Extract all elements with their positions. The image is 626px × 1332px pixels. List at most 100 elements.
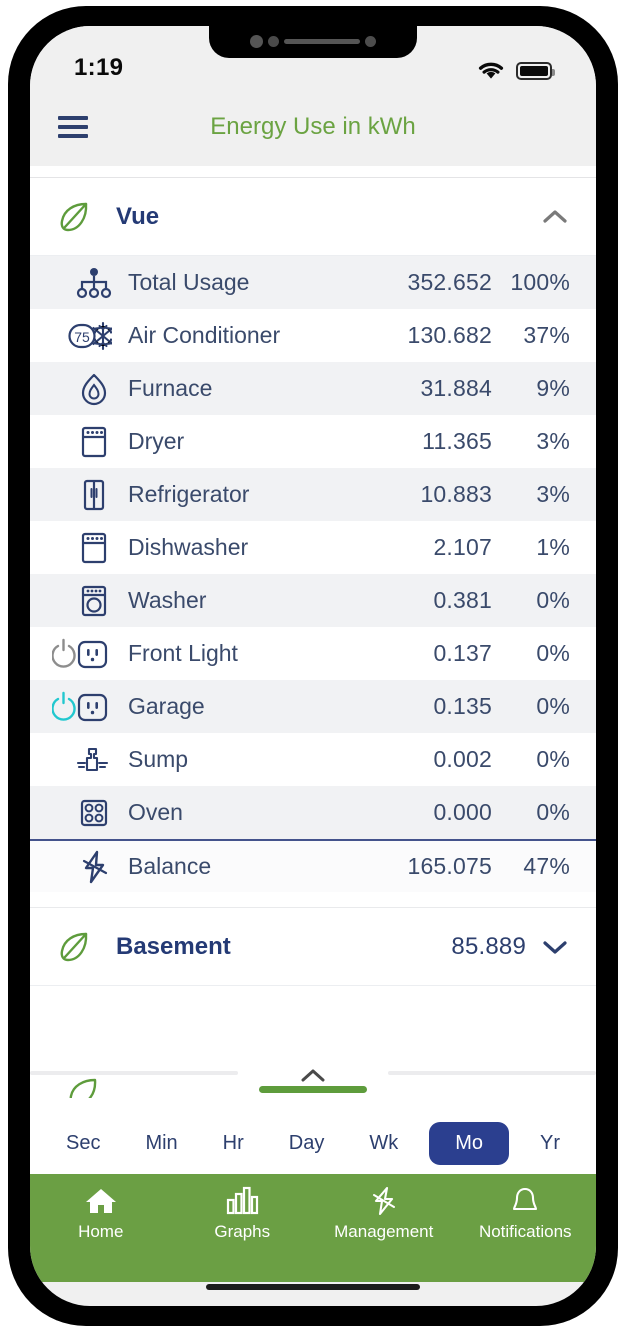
row-value: 0.002 [433, 746, 492, 772]
power-on-outlet-icon[interactable] [50, 690, 112, 724]
table-row[interactable]: Garage 0.135 0% [30, 680, 596, 733]
bell-icon [513, 1187, 538, 1211]
power-off-outlet-icon[interactable] [50, 637, 112, 671]
wifi-icon [478, 62, 504, 79]
row-label: Washer [128, 587, 207, 613]
device-list[interactable]: Vue Total Usage 352.652 100% 75 Air Cond… [30, 166, 596, 1064]
proximity-sensor-icon [365, 35, 376, 47]
status-indicators [476, 60, 555, 82]
table-row[interactable]: Sump 0.002 0% [30, 733, 596, 786]
home-indicator[interactable] [206, 1284, 420, 1290]
time-option-wk[interactable]: Wk [355, 1122, 412, 1165]
row-value: 130.682 [407, 322, 492, 348]
group-value: 85.889 [451, 932, 526, 960]
hamburger-menu-icon[interactable] [58, 116, 88, 138]
sitemap-icon [50, 265, 112, 301]
row-label: Air Conditioner [128, 322, 281, 348]
table-row[interactable]: 75 Air Conditioner 130.682 37% [30, 309, 596, 362]
group-header-vue[interactable]: Vue [30, 178, 596, 256]
nav-label: Home [78, 1222, 124, 1241]
nav-item-notifications[interactable]: Notifications [455, 1186, 597, 1242]
row-value: 352.652 [407, 269, 492, 295]
time-option-yr[interactable]: Yr [526, 1122, 574, 1165]
bottom-navigation[interactable]: Home Graphs Management Notifications [30, 1174, 596, 1282]
list-top-divider [30, 166, 596, 178]
leaf-icon [54, 198, 96, 236]
bolt-icon [50, 850, 112, 884]
time-option-day[interactable]: Day [275, 1122, 339, 1165]
leaf-icon [66, 1074, 102, 1106]
status-time: 1:19 [74, 54, 124, 81]
nav-item-graphs[interactable]: Graphs [172, 1186, 314, 1242]
row-percent: 3% [536, 428, 570, 454]
row-percent: 0% [536, 587, 570, 613]
row-value: 2.107 [433, 534, 492, 560]
sensor-camera-icon [268, 35, 279, 47]
battery-level [520, 66, 548, 76]
app-header: Energy Use in kWh [30, 88, 596, 166]
nav-label: Management [334, 1222, 434, 1241]
table-row[interactable]: Oven 0.000 0% [30, 786, 596, 839]
speaker-grille [284, 38, 360, 44]
row-percent: 9% [536, 375, 570, 401]
group-header-right: 85.889 [451, 933, 570, 961]
group-header-basement[interactable]: Basement 85.889 [30, 908, 596, 986]
front-camera-icon [250, 34, 263, 48]
row-label: Total Usage [128, 269, 250, 295]
row-percent: 100% [510, 269, 570, 295]
phone-screen: 1:19 Energy Use in kWh Vue Total Usage 3… [30, 26, 596, 1306]
nav-item-management[interactable]: Management [313, 1186, 455, 1242]
table-row[interactable]: Washer 0.381 0% [30, 574, 596, 627]
sump-pump-icon [50, 744, 112, 776]
row-value: 0.000 [433, 799, 492, 825]
row-percent: 0% [536, 693, 570, 719]
refrigerator-icon [50, 478, 112, 512]
table-row[interactable]: Dryer 11.365 3% [30, 415, 596, 468]
row-label: Refrigerator [128, 481, 250, 507]
time-option-hr[interactable]: Hr [209, 1122, 258, 1165]
row-label: Dryer [128, 428, 185, 454]
row-value: 0.135 [433, 693, 492, 719]
nav-item-home[interactable]: Home [30, 1186, 172, 1242]
battery-icon [516, 62, 555, 80]
leaf-icon [54, 928, 96, 966]
nav-label: Notifications [478, 1222, 572, 1241]
chevron-up-icon[interactable] [293, 1064, 333, 1086]
group-header-right [540, 207, 570, 227]
row-label: Front Light [128, 640, 238, 666]
table-row[interactable]: Total Usage 352.652 100% [30, 256, 596, 309]
dryer-icon [50, 425, 112, 459]
drawer-grab-bar[interactable] [259, 1086, 367, 1093]
dishwasher-icon [50, 531, 112, 565]
group-name: Basement [116, 932, 231, 960]
phone-notch [209, 26, 417, 58]
chevron-up-icon[interactable] [540, 207, 570, 227]
row-label: Sump [128, 746, 189, 772]
row-label: Dishwasher [128, 534, 249, 560]
table-row[interactable]: Dishwasher 2.107 1% [30, 521, 596, 574]
washer-icon [50, 584, 112, 618]
row-label: Balance [128, 853, 212, 879]
phone-frame: 1:19 Energy Use in kWh Vue Total Usage 3… [8, 6, 618, 1326]
table-row-balance[interactable]: Balance 165.075 47% [30, 839, 596, 892]
thermostat-75-snowflake-icon: 75 [50, 319, 112, 353]
row-value: 165.075 [407, 853, 492, 879]
bar-chart-icon [227, 1186, 259, 1215]
row-value: 31.884 [420, 375, 492, 401]
oven-icon [50, 797, 112, 829]
table-row[interactable]: Refrigerator 10.883 3% [30, 468, 596, 521]
time-option-sec[interactable]: Sec [52, 1122, 114, 1165]
drawer-handle[interactable] [30, 1064, 596, 1112]
group-separator [30, 892, 596, 908]
time-option-mo[interactable]: Mo [429, 1121, 509, 1165]
table-row[interactable]: Front Light 0.137 0% [30, 627, 596, 680]
row-percent: 47% [523, 853, 570, 879]
time-range-selector[interactable]: Sec Min Hr Day Wk Mo Yr [30, 1112, 596, 1174]
page-title: Energy Use in kWh [210, 113, 416, 140]
time-option-min[interactable]: Min [131, 1122, 191, 1165]
flame-icon [50, 372, 112, 406]
table-row[interactable]: Furnace 31.884 9% [30, 362, 596, 415]
row-value: 11.365 [422, 428, 492, 454]
chevron-down-icon[interactable] [540, 937, 570, 957]
nav-label: Graphs [214, 1222, 271, 1241]
